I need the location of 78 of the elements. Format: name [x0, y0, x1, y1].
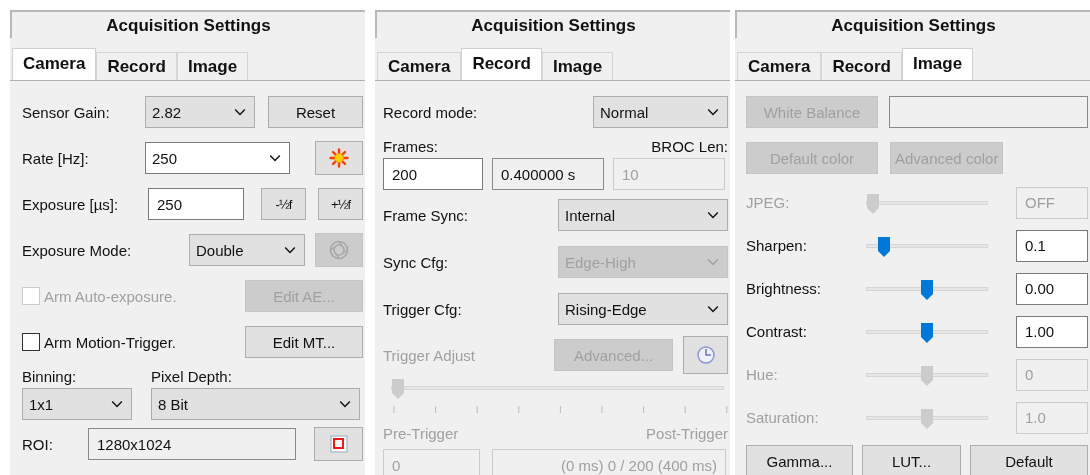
slider-label: JPEG: — [746, 194, 791, 211]
roi-field[interactable]: 1280x1024 — [88, 428, 296, 460]
slider-thumb[interactable] — [921, 322, 933, 343]
panel-title: Acquisition Settings — [735, 10, 1090, 38]
sun-icon — [329, 148, 349, 168]
field-label: Trigger Cfg: — [383, 300, 462, 318]
frames-field[interactable]: 200 — [383, 158, 483, 190]
caret-icon — [707, 108, 719, 116]
caret-icon — [284, 246, 296, 254]
tab[interactable]: Image — [176, 52, 249, 80]
panel-title: Acquisition Settings — [10, 10, 365, 38]
checkbox-label: Arm Auto-exposure. — [44, 287, 177, 305]
tab[interactable]: Image — [541, 52, 614, 80]
field-label: Rate [Hz]: — [22, 149, 90, 167]
dropdown[interactable]: Normal — [593, 96, 728, 128]
text-field[interactable] — [889, 96, 1088, 128]
button[interactable]: Gamma... — [746, 445, 853, 475]
dropdown[interactable]: Double — [189, 234, 305, 266]
checkbox-label: Arm Motion-Trigger. — [44, 333, 176, 351]
field-label: Exposure [µs]: — [22, 195, 120, 213]
field-label: Record mode: — [383, 103, 478, 121]
field-label: Exposure Mode: — [22, 241, 133, 259]
caret-icon — [707, 211, 719, 219]
slider-label: Brightness: — [746, 280, 823, 297]
slider-thumb[interactable] — [921, 279, 933, 300]
exposure-field[interactable]: 250 — [148, 188, 244, 220]
aperture-icon — [329, 240, 349, 260]
value-field[interactable]: 1.00 — [1016, 315, 1088, 348]
field-label: Pre-Trigger — [383, 424, 459, 442]
tab[interactable]: Image — [901, 48, 974, 80]
caret-icon — [269, 154, 281, 162]
caret-icon — [707, 305, 719, 313]
field-label: Sync Cfg: — [383, 253, 449, 271]
dropdown[interactable]: 8 Bit — [151, 388, 360, 420]
dropdown[interactable]: 2.82 — [145, 96, 255, 128]
clock-icon — [695, 345, 716, 365]
field-label: ROI: — [22, 435, 54, 453]
roi-button[interactable] — [314, 427, 363, 461]
field-label: BROC Len: — [651, 137, 728, 155]
slider-thumb[interactable] — [877, 236, 890, 257]
reset-button[interactable]: Reset — [268, 96, 363, 128]
caret-icon — [111, 400, 123, 408]
dropdown[interactable]: Internal — [558, 199, 728, 231]
dropdown[interactable]: 250 — [145, 142, 290, 174]
tab[interactable]: Record — [96, 52, 177, 80]
button[interactable]: Default — [970, 445, 1088, 475]
caret-icon — [707, 258, 719, 266]
panel-title: Acquisition Settings — [375, 10, 730, 38]
slider-label: Hue: — [746, 366, 779, 383]
button[interactable]: LUT... — [862, 445, 961, 475]
duration-field[interactable]: 0.400000 s — [492, 158, 604, 190]
decrease-button[interactable]: -½f — [261, 188, 306, 220]
value-field[interactable]: 0.00 — [1016, 272, 1088, 305]
field-label: Binning: — [22, 367, 78, 385]
edit-button[interactable]: Edit MT... — [245, 326, 363, 358]
value-field[interactable]: 0.1 — [1016, 229, 1088, 262]
flash-button[interactable] — [315, 141, 363, 175]
caret-icon — [339, 400, 351, 408]
slider-label: Sharpen: — [746, 237, 808, 254]
dropdown[interactable]: 1x1 — [22, 388, 132, 420]
field-label: Frames: — [383, 137, 438, 155]
increase-button[interactable]: +½f — [318, 188, 363, 220]
field-label: Trigger Adjust — [383, 346, 475, 364]
caret-icon — [234, 108, 246, 116]
checkbox[interactable] — [22, 333, 40, 351]
field-label: Sensor Gain: — [22, 103, 111, 121]
tab[interactable]: Record — [821, 52, 902, 80]
slider-label: Saturation: — [746, 409, 820, 426]
tab[interactable]: Camera — [12, 48, 97, 80]
square-icon — [328, 434, 349, 454]
field-label: Post-Trigger — [646, 424, 728, 442]
timer-button[interactable] — [683, 336, 728, 374]
tab[interactable]: Record — [461, 48, 542, 80]
tab[interactable]: Camera — [737, 52, 822, 80]
dropdown[interactable]: Rising-Edge — [558, 293, 728, 325]
field-label: Pixel Depth: — [151, 367, 232, 385]
field-label: Frame Sync: — [383, 206, 469, 224]
slider-label: Contrast: — [746, 323, 808, 340]
